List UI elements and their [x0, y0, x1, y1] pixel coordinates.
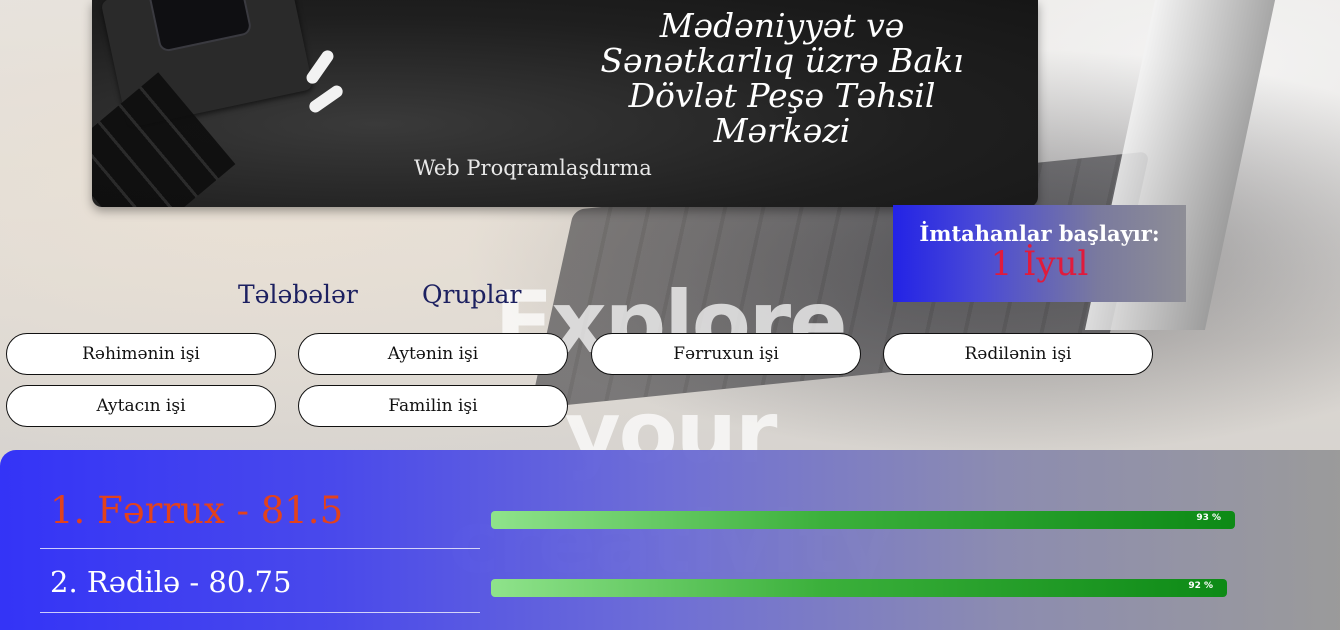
progress-bar-fill: 93 %	[491, 511, 1235, 529]
ranking-row: 1. Fərrux - 81.5	[40, 486, 480, 549]
student-work-button-radila[interactable]: Rədilənin işi	[883, 333, 1153, 375]
progress-bar: 93 %	[491, 511, 1235, 529]
student-work-button-aytan[interactable]: Aytənin işi	[298, 333, 568, 375]
ranking-entry-text: 2. Rədilə - 80.75	[50, 565, 292, 599]
page-title: Mədəniyyət və Sənətkarlıq üzrə Bakı Dövl…	[600, 6, 964, 150]
page-subtitle: Web Proqramlaşdırma	[414, 156, 652, 180]
progress-bar-fill: 92 %	[491, 579, 1227, 597]
header-banner: Mədəniyyət və Sənətkarlıq üzrə Bakı Dövl…	[92, 0, 1038, 207]
exam-announcement: İmtahanlar başlayır: 1 İyul	[893, 205, 1186, 302]
earbud-icon	[306, 83, 346, 115]
exam-label: İmtahanlar başlayır:	[919, 221, 1160, 246]
exam-date: 1 İyul	[990, 244, 1089, 284]
nav-item-students[interactable]: Tələbələr	[238, 280, 358, 309]
nav-item-groups[interactable]: Qruplar	[422, 280, 521, 309]
ranking-entry-text: 1. Fərrux - 81.5	[50, 489, 344, 532]
student-work-button-rahima[interactable]: Rəhimənin işi	[6, 333, 276, 375]
progress-bar: 92 %	[491, 579, 1235, 597]
ranking-row: 2. Rədilə - 80.75	[40, 560, 480, 613]
progress-label: 93 %	[1196, 513, 1221, 523]
student-work-button-aytaj[interactable]: Aytacın işi	[6, 385, 276, 427]
student-work-button-famil[interactable]: Familin işi	[298, 385, 568, 427]
progress-label: 92 %	[1188, 581, 1213, 591]
student-work-button-farrukh[interactable]: Fərruxun işi	[591, 333, 861, 375]
